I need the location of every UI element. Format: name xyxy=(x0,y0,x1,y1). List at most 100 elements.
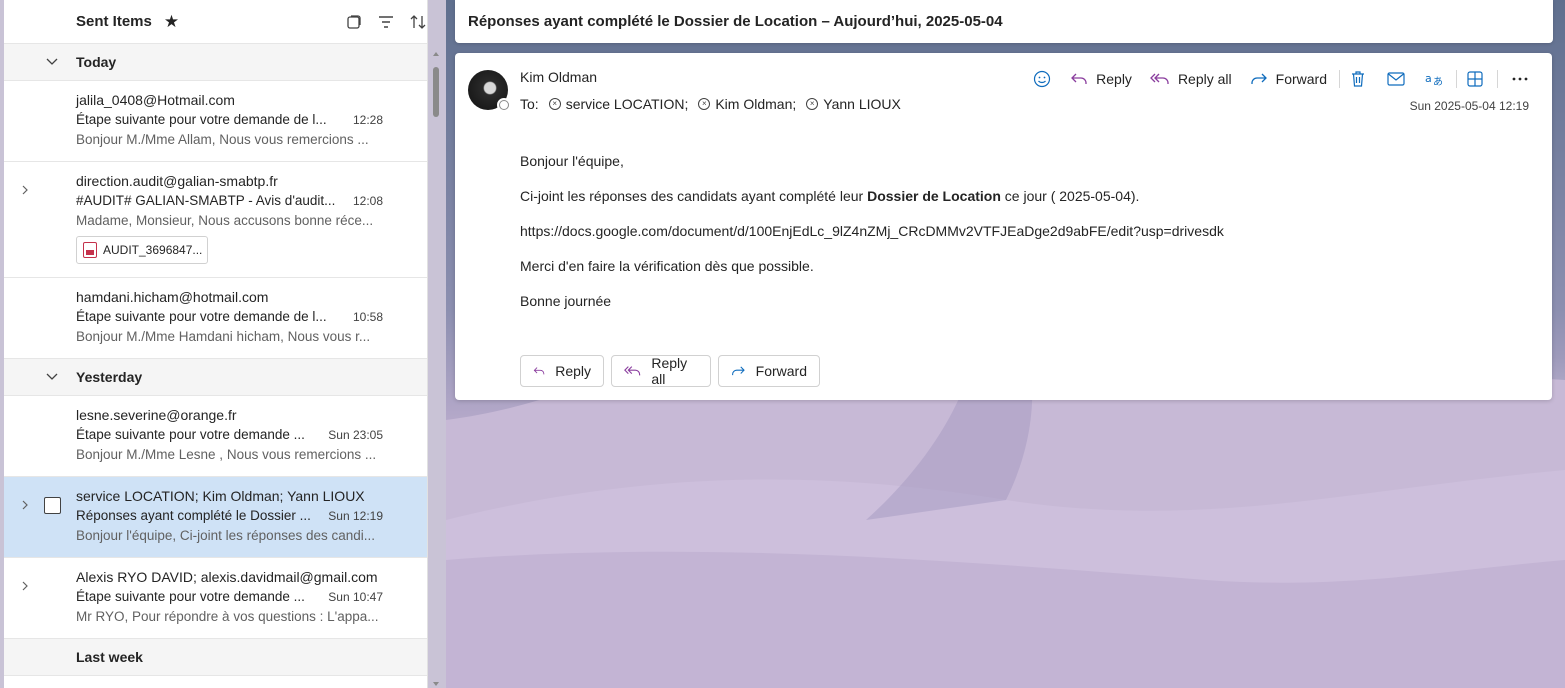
list-header: Sent Items ★ xyxy=(4,0,427,44)
emoji-reaction-icon[interactable] xyxy=(1032,69,1052,89)
attachment-name: AUDIT_3696847... xyxy=(103,243,203,257)
to-label: To: xyxy=(520,96,539,112)
chevron-right-icon[interactable] xyxy=(19,580,31,592)
item-subject: Étape suivante pour votre demande de l..… xyxy=(76,112,327,127)
item-from: service LOCATION; Kim Oldman; Yann LIOUX xyxy=(76,488,365,504)
recipient-chip[interactable]: × Kim Oldman; xyxy=(698,96,796,112)
recipient-name: Yann LIOUX xyxy=(823,96,901,112)
message-subject: Réponses ayant complété le Dossier de Lo… xyxy=(468,13,1003,30)
item-from: jalila_0408@Hotmail.com xyxy=(76,92,235,108)
recipient-name: service LOCATION; xyxy=(565,96,689,112)
mark-read-mail-icon[interactable] xyxy=(1386,69,1406,89)
item-time: Sun 10:47 xyxy=(328,590,383,604)
message-list-pane: Sent Items ★ Today jalila_0408@Hotmail.c… xyxy=(4,0,428,688)
item-preview: Madame, Monsieur, Nous accusons bonne ré… xyxy=(76,213,374,228)
forward-label: Forward xyxy=(1275,71,1327,87)
body-bold-text: Dossier de Location xyxy=(867,188,1001,204)
item-subject: Réponses ayant complété le Dossier ... xyxy=(76,508,311,523)
list-item[interactable]: jalila_0408@Hotmail.com Étape suivante p… xyxy=(4,81,427,162)
quick-reply-bar: Reply Reply all Forward xyxy=(520,355,827,387)
quick-forward-button[interactable]: Forward xyxy=(718,355,820,387)
list-item[interactable]: lesne.severine@orange.fr Étape suivante … xyxy=(4,396,427,477)
filter-icon[interactable] xyxy=(376,12,396,32)
body-greeting: Bonjour l'équipe, xyxy=(520,153,624,169)
select-mode-icon[interactable] xyxy=(344,12,364,32)
unknown-status-icon: × xyxy=(806,98,819,110)
apps-grid-icon[interactable] xyxy=(1465,69,1485,89)
reply-all-button[interactable]: Reply all xyxy=(1150,71,1232,87)
message-toolbar: Reply Reply all Forward aあ xyxy=(1032,67,1530,91)
list-scrollbar[interactable] xyxy=(430,52,442,688)
group-label: Today xyxy=(76,54,117,70)
item-time: Sun 12:19 xyxy=(328,509,383,523)
select-checkbox[interactable] xyxy=(44,497,61,514)
reply-icon xyxy=(1071,73,1087,84)
reply-all-icon xyxy=(624,366,641,376)
item-time: 10:58 xyxy=(352,310,383,324)
forward-label: Forward xyxy=(755,363,807,379)
attachment-chip[interactable]: AUDIT_3696847... xyxy=(76,236,208,264)
reply-all-label: Reply all xyxy=(651,355,688,387)
scroll-down-arrow-icon[interactable] xyxy=(433,682,439,686)
item-preview: Bonjour M./Mme Lesne , Nous vous remerci… xyxy=(76,447,377,462)
list-item[interactable]: direction.audit@galian-smabtp.fr #AUDIT#… xyxy=(4,162,427,278)
unknown-status-icon: × xyxy=(548,98,561,110)
recipient-chip[interactable]: × Yann LIOUX xyxy=(806,96,901,112)
scroll-up-arrow-icon[interactable] xyxy=(433,52,439,56)
group-header-today[interactable]: Today xyxy=(4,44,427,81)
item-subject: Étape suivante pour votre demande de l..… xyxy=(76,309,327,324)
svg-text:a: a xyxy=(1425,72,1432,85)
reply-label: Reply xyxy=(555,363,591,379)
body-text: ce jour ( 2025-05-04). xyxy=(1000,188,1140,204)
item-time: Sun 23:05 xyxy=(328,428,383,442)
item-preview: Bonjour M./Mme Allam, Nous vous remercio… xyxy=(76,132,369,147)
delete-trash-icon[interactable] xyxy=(1348,69,1368,89)
chevron-down-icon xyxy=(46,58,58,65)
item-subject: #AUDIT# GALIAN-SMABTP - Avis d'audit... xyxy=(76,193,336,208)
sort-icon[interactable] xyxy=(408,12,428,32)
chevron-down-icon xyxy=(46,373,58,380)
sender-name[interactable]: Kim Oldman xyxy=(520,69,597,85)
unknown-status-icon: × xyxy=(698,98,711,110)
body-link[interactable]: https://docs.google.com/document/d/100En… xyxy=(520,221,1224,241)
item-from: Alexis RYO DAVID; alexis.davidmail@gmail… xyxy=(76,569,378,585)
recipients-row: To: × service LOCATION; × Kim Oldman; × Yan… xyxy=(520,96,901,112)
forward-button[interactable]: Forward xyxy=(1250,71,1327,87)
quick-reply-button[interactable]: Reply xyxy=(520,355,604,387)
avatar[interactable] xyxy=(468,70,511,112)
item-preview: Mr RYO, Pour répondre à vos questions : … xyxy=(76,609,379,624)
list-item-selected[interactable]: service LOCATION; Kim Oldman; Yann LIOUX… xyxy=(4,477,427,558)
recipient-name: Kim Oldman; xyxy=(715,96,797,112)
more-options-icon[interactable] xyxy=(1510,69,1530,89)
forward-icon xyxy=(732,366,745,376)
favorite-star-icon[interactable]: ★ xyxy=(164,12,179,32)
item-from: direction.audit@galian-smabtp.fr xyxy=(76,173,278,189)
body-paragraph: Merci d'en faire la vérification dès que… xyxy=(520,258,814,274)
item-preview: Bonjour M./Mme Hamdani hicham, Nous vous… xyxy=(76,329,371,344)
chevron-right-icon[interactable] xyxy=(19,499,31,511)
group-header-yesterday[interactable]: Yesterday xyxy=(4,359,427,396)
message-body: Bonjour l'équipe, Ci-joint les réponses … xyxy=(520,151,1224,326)
list-item[interactable]: hamdani.hicham@hotmail.com Étape suivant… xyxy=(4,278,427,359)
group-header-last-week[interactable]: Last week xyxy=(4,639,427,676)
item-preview: Bonjour l'équipe, Ci-joint les réponses … xyxy=(76,528,375,543)
folder-title: Sent Items xyxy=(76,13,152,30)
recipient-chip[interactable]: × service LOCATION; xyxy=(548,96,689,112)
item-subject: Étape suivante pour votre demande ... xyxy=(76,427,305,442)
reply-button[interactable]: Reply xyxy=(1070,71,1132,87)
list-item[interactable]: Alexis RYO DAVID; alexis.davidmail@gmail… xyxy=(4,558,427,639)
presence-icon xyxy=(497,98,511,112)
quick-reply-all-button[interactable]: Reply all xyxy=(611,355,711,387)
toolbar-divider xyxy=(1497,70,1498,88)
forward-icon xyxy=(1250,73,1267,84)
scrollbar-thumb[interactable] xyxy=(433,67,439,117)
reply-label: Reply xyxy=(1096,71,1132,87)
subject-header: Réponses ayant complété le Dossier de Lo… xyxy=(455,0,1553,43)
group-label: Last week xyxy=(76,649,143,665)
item-time: 12:28 xyxy=(352,113,383,127)
translate-icon[interactable]: aあ xyxy=(1424,69,1444,89)
message-card: Kim Oldman To: × service LOCATION; × Kim O… xyxy=(455,53,1552,400)
chevron-right-icon[interactable] xyxy=(19,184,31,196)
item-from: lesne.severine@orange.fr xyxy=(76,407,237,423)
svg-text:あ: あ xyxy=(1433,76,1443,87)
